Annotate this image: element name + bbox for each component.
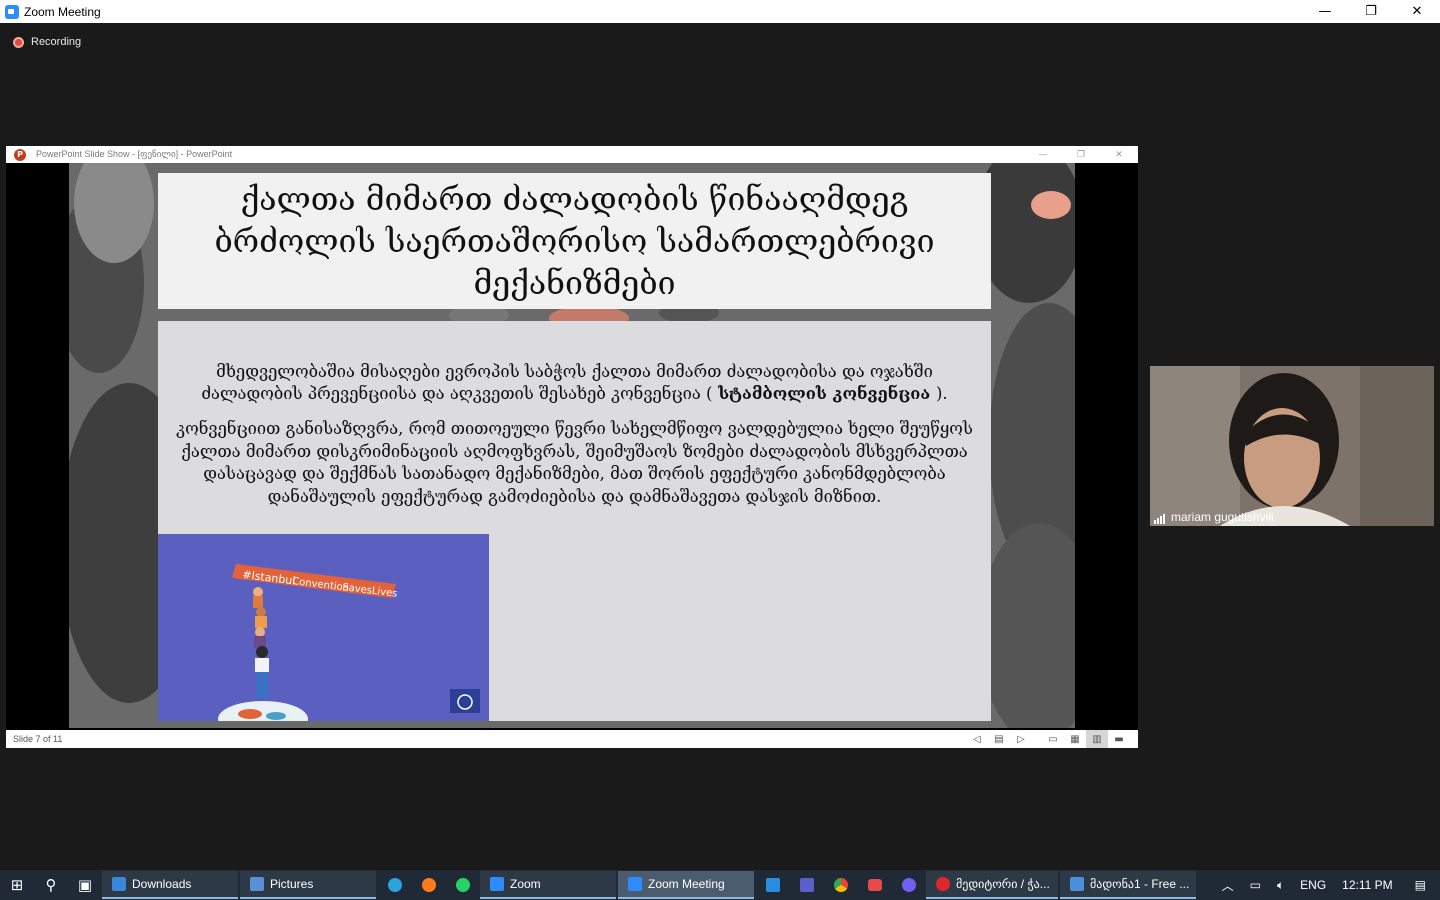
participant-video[interactable]: mariam gugutishvili (1150, 366, 1434, 526)
slide-title: ქალთა მიმართ ძალადობის წინააღმდეგ ბრძოლი… (214, 180, 935, 302)
document-icon (1070, 877, 1084, 891)
normal-view-icon[interactable]: ▭ (1042, 730, 1064, 748)
pictures-icon (250, 877, 264, 891)
slide-sorter-icon[interactable]: ▦ (1064, 730, 1086, 748)
zoom-meeting-icon (628, 877, 642, 891)
clock[interactable]: 12:11 PM (1334, 878, 1400, 892)
firefox-icon[interactable] (412, 870, 446, 900)
taskbar-app-zoom[interactable]: Zoom (480, 871, 616, 899)
volume-icon[interactable]: 🔈︎ (1269, 878, 1292, 893)
taskbar-app-pictures[interactable]: Pictures (240, 871, 376, 899)
opera-icon (936, 877, 950, 891)
para1-bold: სტამბოლის კონვენცია (712, 384, 936, 403)
taskbar-app-zoom-meeting[interactable]: Zoom Meeting (618, 871, 754, 899)
window-title: Zoom Meeting (24, 4, 101, 19)
ppt-minimize-icon: — (1038, 149, 1048, 160)
signal-strength-icon (1154, 514, 1165, 524)
powerpoint-icon: P (14, 148, 26, 161)
previous-slide-icon[interactable]: ◁ (966, 730, 988, 748)
participant-name: mariam gugutishvili (1171, 510, 1274, 524)
taskbar-app-label: Zoom Meeting (648, 877, 725, 891)
istanbul-convention-poster: #Istanbul Convention SavesLives (158, 534, 489, 721)
slide-menu-icon[interactable]: ▤ (988, 730, 1010, 748)
para1-end: ). (935, 384, 948, 403)
screen-recorder-icon[interactable] (858, 870, 892, 900)
slideshow-icon[interactable]: ▬ (1108, 730, 1130, 748)
recording-indicator[interactable]: Recording (13, 36, 81, 48)
zoom-icon (490, 877, 504, 891)
slide-body: მხედველობაშია მისაღები ევროპის საბჭოს ქა… (158, 321, 991, 721)
search-icon[interactable]: ⚲ (34, 870, 68, 900)
minimize-button[interactable]: — (1302, 0, 1348, 23)
notifications-icon[interactable]: ▤ (1401, 878, 1440, 892)
telegram-icon[interactable] (378, 870, 412, 900)
slide-paragraph-2: კონვენციით განისაზღვრა, რომ თითოეული წევ… (176, 419, 973, 506)
taskbar-app-label: მადონა1 - Free ... (1090, 877, 1190, 891)
language-indicator[interactable]: ENG (1292, 878, 1334, 892)
ppt-window-controls: — ❐ ✕ (1024, 146, 1138, 163)
downloads-icon (112, 877, 126, 891)
participant-name-tag: mariam gugutishvili (1154, 510, 1274, 524)
taskbar-app-label: Zoom (510, 877, 541, 891)
ppt-statusbar: Slide 7 of 11 ◁ ▤ ▷ ▭ ▦ ▥ ▬ (6, 730, 1138, 748)
ppt-close-icon: ✕ (1115, 149, 1123, 160)
taskbar-app-downloads[interactable]: Downloads (102, 871, 238, 899)
shared-screen: P PowerPoint Slide Show - [ფეწილი] - Pow… (6, 146, 1138, 748)
ppt-window-title: PowerPoint Slide Show - [ფეწილი] - Power… (36, 149, 233, 159)
zoom-logo-icon (5, 4, 19, 19)
maximize-button[interactable]: ❐ (1348, 0, 1394, 23)
slide: ქალთა მიმართ ძალადობის წინააღმდეგ ბრძოლი… (69, 163, 1075, 728)
taskbar-app-freeoffice[interactable]: მადონა1 - Free ... (1060, 871, 1196, 899)
viber-icon[interactable] (892, 870, 926, 900)
ppt-restore-icon: ❐ (1076, 149, 1086, 160)
network-icon[interactable]: ▭ (1242, 878, 1269, 892)
recording-label: Recording (31, 36, 82, 48)
chrome-icon[interactable] (824, 870, 858, 900)
system-tray: ︿ ▭ 🔈︎ ENG 12:11 PM ▤ (1214, 870, 1440, 900)
tray-overflow-icon[interactable]: ︿ (1214, 877, 1242, 894)
taskbar-app-label: Downloads (132, 877, 192, 891)
participant-video-feed (1150, 366, 1434, 526)
task-view-icon[interactable]: ▣ (68, 870, 102, 900)
vscode-icon[interactable] (756, 870, 790, 900)
teams-icon[interactable] (790, 870, 824, 900)
record-icon (13, 36, 24, 48)
window-controls: — ❐ ✕ (1302, 0, 1440, 23)
ppt-titlebar: P PowerPoint Slide Show - [ფეწილი] - Pow… (6, 146, 1138, 163)
poster-illustration: #Istanbul Convention SavesLives (158, 534, 489, 721)
zoom-titlebar: Zoom Meeting — ❐ ✕ (0, 0, 1440, 23)
ppt-view-controls: ◁ ▤ ▷ ▭ ▦ ▥ ▬ (966, 730, 1130, 748)
slide-counter: Slide 7 of 11 (13, 734, 63, 744)
whatsapp-icon[interactable] (446, 870, 480, 900)
next-slide-icon[interactable]: ▷ (1010, 730, 1032, 748)
taskbar-app-opera[interactable]: მედიტორი / ჭა... (926, 871, 1058, 899)
reading-view-icon[interactable]: ▥ (1086, 730, 1108, 748)
close-button[interactable]: ✕ (1394, 0, 1440, 23)
slide-paragraph-1: მხედველობაშია მისაღები ევროპის საბჭოს ქა… (168, 361, 981, 405)
slide-title-box: ქალთა მიმართ ძალადობის წინააღმდეგ ბრძოლი… (158, 173, 991, 309)
taskbar-app-label: მედიტორი / ჭა... (956, 877, 1050, 891)
taskbar: ⊞ ⚲ ▣ Downloads Pictures Zoom Zoom Meeti… (0, 870, 1440, 900)
windows-start-icon[interactable]: ⊞ (0, 870, 34, 900)
taskbar-app-label: Pictures (270, 877, 314, 891)
